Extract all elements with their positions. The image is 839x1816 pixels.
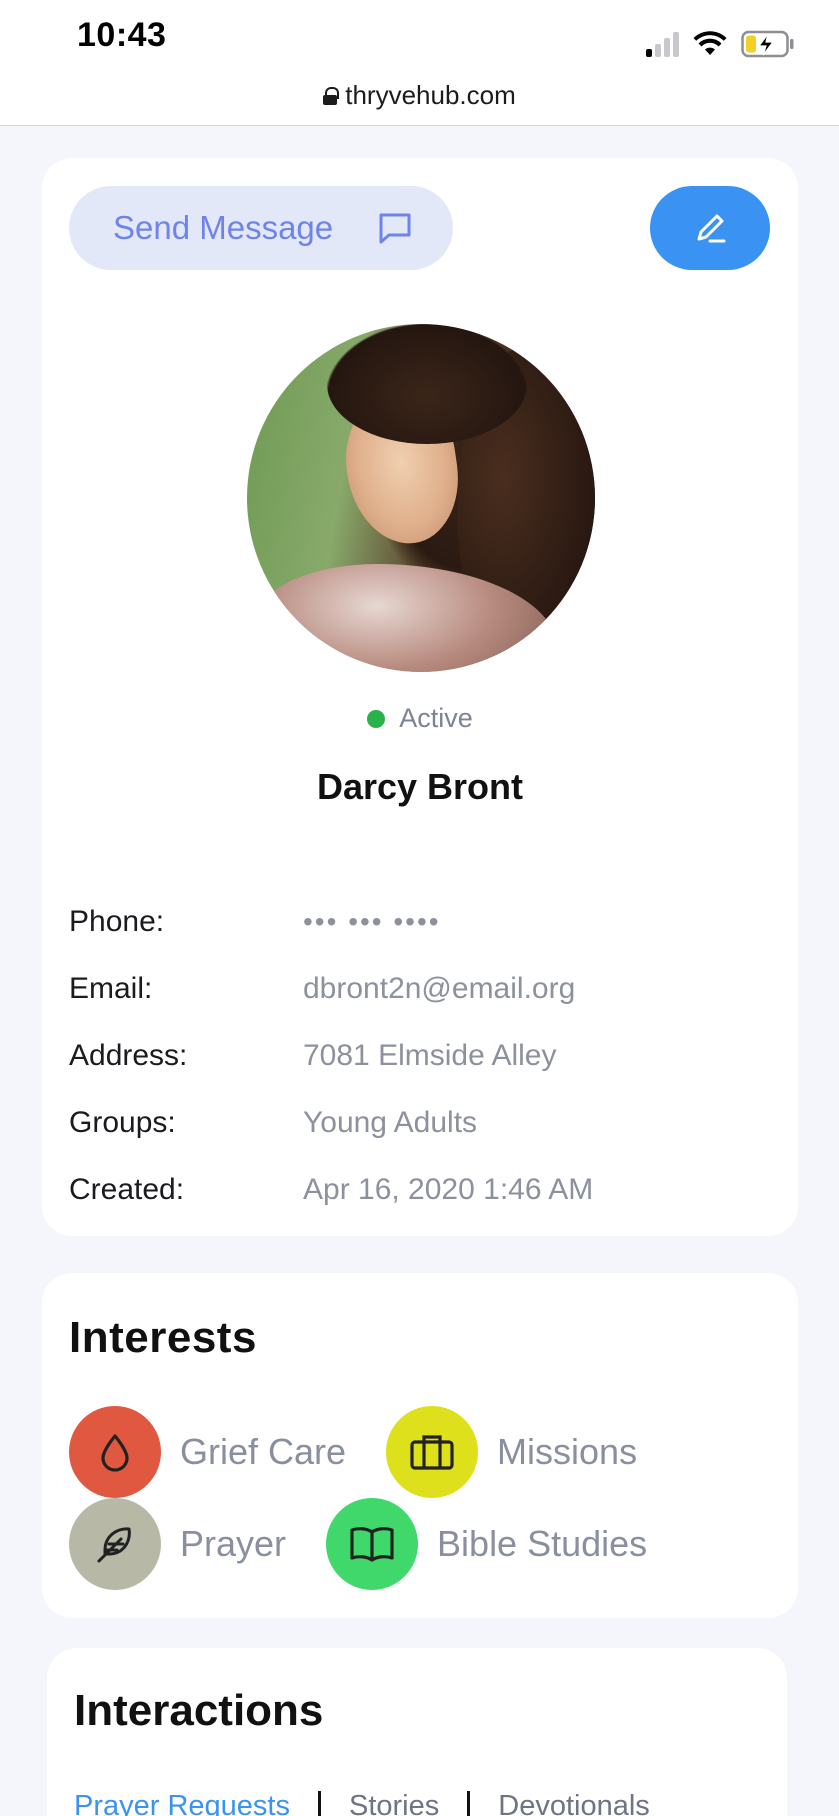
info-label: Created: bbox=[69, 1172, 185, 1206]
browser-top-bar: 10:43 thryvehub.com bbox=[0, 0, 839, 126]
contact-info-list: Phone: ••• ••• •••• Email: dbront2n@emai… bbox=[69, 888, 769, 1223]
send-message-label: Send Message bbox=[113, 209, 334, 246]
status-time: 10:43 bbox=[77, 16, 167, 54]
phone-value[interactable]: ••• ••• •••• bbox=[303, 906, 441, 938]
status-icons bbox=[646, 24, 795, 64]
groups-value: Young Adults bbox=[303, 1105, 478, 1139]
edit-profile-button[interactable] bbox=[650, 186, 770, 270]
feather-icon bbox=[69, 1498, 161, 1590]
tab-devotionals[interactable]: Devotionals bbox=[498, 1790, 650, 1816]
cellular-signal-icon bbox=[646, 31, 679, 57]
info-label: Address: bbox=[69, 1038, 188, 1072]
info-row-created: Created: Apr 16, 2020 1:46 AM bbox=[69, 1156, 769, 1223]
drop-icon bbox=[69, 1406, 161, 1498]
interests-list: Grief Care Missions Prayer Bible Studies bbox=[69, 1406, 789, 1590]
interactions-title: Interactions bbox=[74, 1686, 324, 1735]
interest-label: Missions bbox=[497, 1431, 638, 1472]
interests-title: Interests bbox=[69, 1313, 257, 1362]
info-label: Groups: bbox=[69, 1105, 176, 1139]
tab-divider bbox=[318, 1790, 321, 1816]
book-icon bbox=[326, 1498, 419, 1590]
briefcase-icon bbox=[386, 1406, 479, 1498]
status-label: Active bbox=[399, 703, 473, 733]
info-label: Phone: bbox=[69, 904, 165, 938]
lock-icon bbox=[323, 86, 340, 105]
info-row-groups: Groups: Young Adults bbox=[69, 1089, 769, 1156]
address-value: 7081 Elmside Alley bbox=[303, 1038, 557, 1072]
tab-prayer-requests[interactable]: Prayer Requests bbox=[74, 1790, 290, 1816]
url-bar[interactable]: thryvehub.com bbox=[0, 80, 839, 111]
info-label: Email: bbox=[69, 971, 153, 1005]
email-value[interactable]: dbront2n@email.org bbox=[303, 972, 575, 1006]
pencil-icon bbox=[697, 214, 726, 243]
interest-bible-studies[interactable]: Bible Studies bbox=[326, 1498, 647, 1590]
battery-charging-icon bbox=[741, 30, 794, 58]
status-indicator: Active bbox=[42, 703, 798, 734]
info-row-phone: Phone: ••• ••• •••• bbox=[69, 888, 769, 955]
status-dot-icon bbox=[367, 709, 386, 728]
created-value: Apr 16, 2020 1:46 AM bbox=[303, 1172, 594, 1206]
send-message-button[interactable]: Send Message bbox=[69, 186, 453, 270]
interactions-tabs: Prayer Requests Stories Devotionals bbox=[74, 1790, 650, 1816]
interest-grief-care[interactable]: Grief Care bbox=[69, 1406, 346, 1498]
interest-label: Grief Care bbox=[180, 1431, 347, 1472]
interest-label: Prayer bbox=[180, 1523, 287, 1564]
profile-card: Send Message Active Darcy Bront Phone: •… bbox=[42, 158, 798, 1236]
avatar bbox=[247, 324, 595, 672]
interest-label: Bible Studies bbox=[437, 1523, 648, 1564]
interest-prayer[interactable]: Prayer bbox=[69, 1498, 286, 1590]
wifi-icon bbox=[693, 31, 727, 55]
url-text: thryvehub.com bbox=[345, 80, 516, 110]
tab-stories[interactable]: Stories bbox=[349, 1790, 439, 1816]
info-row-email: Email: dbront2n@email.org bbox=[69, 955, 769, 1022]
profile-name: Darcy Bront bbox=[316, 766, 524, 807]
info-row-address: Address: 7081 Elmside Alley bbox=[69, 1022, 769, 1089]
interest-missions[interactable]: Missions bbox=[386, 1406, 637, 1498]
message-icon bbox=[379, 213, 411, 244]
tab-divider bbox=[467, 1790, 471, 1816]
interests-card: Interests Grief Care Missions Prayer Bib… bbox=[42, 1273, 798, 1618]
interactions-card: Interactions Prayer Requests Stories Dev… bbox=[47, 1648, 787, 1816]
